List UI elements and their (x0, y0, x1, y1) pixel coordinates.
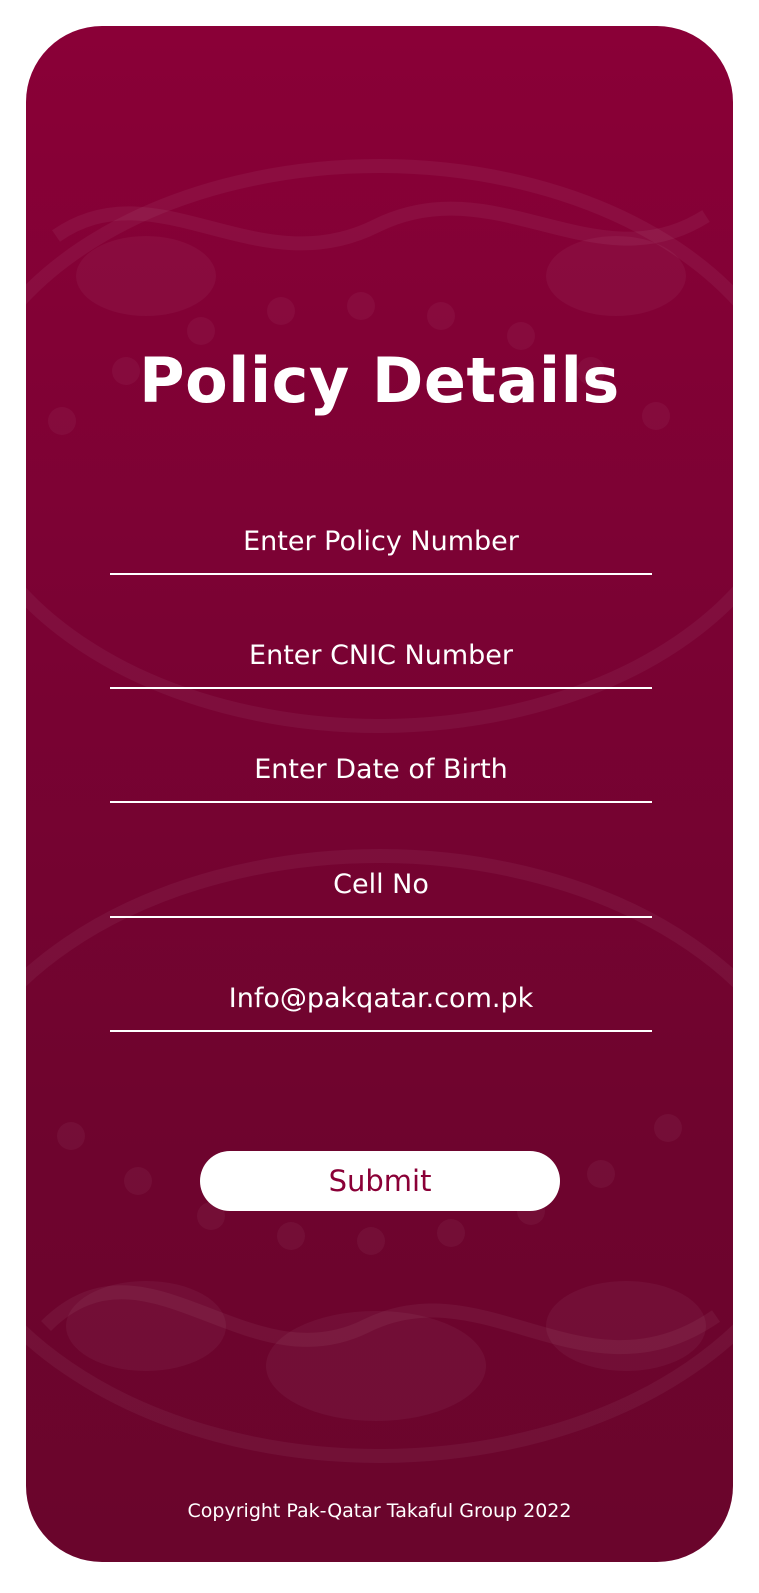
page-title: Policy Details (139, 344, 620, 417)
policy-number-input[interactable] (110, 509, 652, 573)
cnic-number-field (110, 623, 652, 689)
cell-number-underline (110, 916, 652, 918)
date-of-birth-input[interactable] (110, 737, 652, 801)
email-underline (110, 1030, 652, 1032)
date-of-birth-field (110, 737, 652, 803)
cnic-number-input[interactable] (110, 623, 652, 687)
policy-number-underline (110, 573, 652, 575)
policy-card: Policy Details Submit Copyright Pak-Qata… (26, 26, 733, 1562)
email-field (110, 966, 652, 1032)
copyright-text: Copyright Pak-Qatar Takaful Group 2022 (187, 1500, 572, 1522)
submit-button[interactable]: Submit (200, 1151, 560, 1211)
policy-number-field (110, 509, 652, 575)
email-input[interactable] (110, 966, 652, 1030)
cnic-number-underline (110, 687, 652, 689)
cell-number-input[interactable] (110, 852, 652, 916)
date-of-birth-underline (110, 801, 652, 803)
cell-number-field (110, 852, 652, 918)
